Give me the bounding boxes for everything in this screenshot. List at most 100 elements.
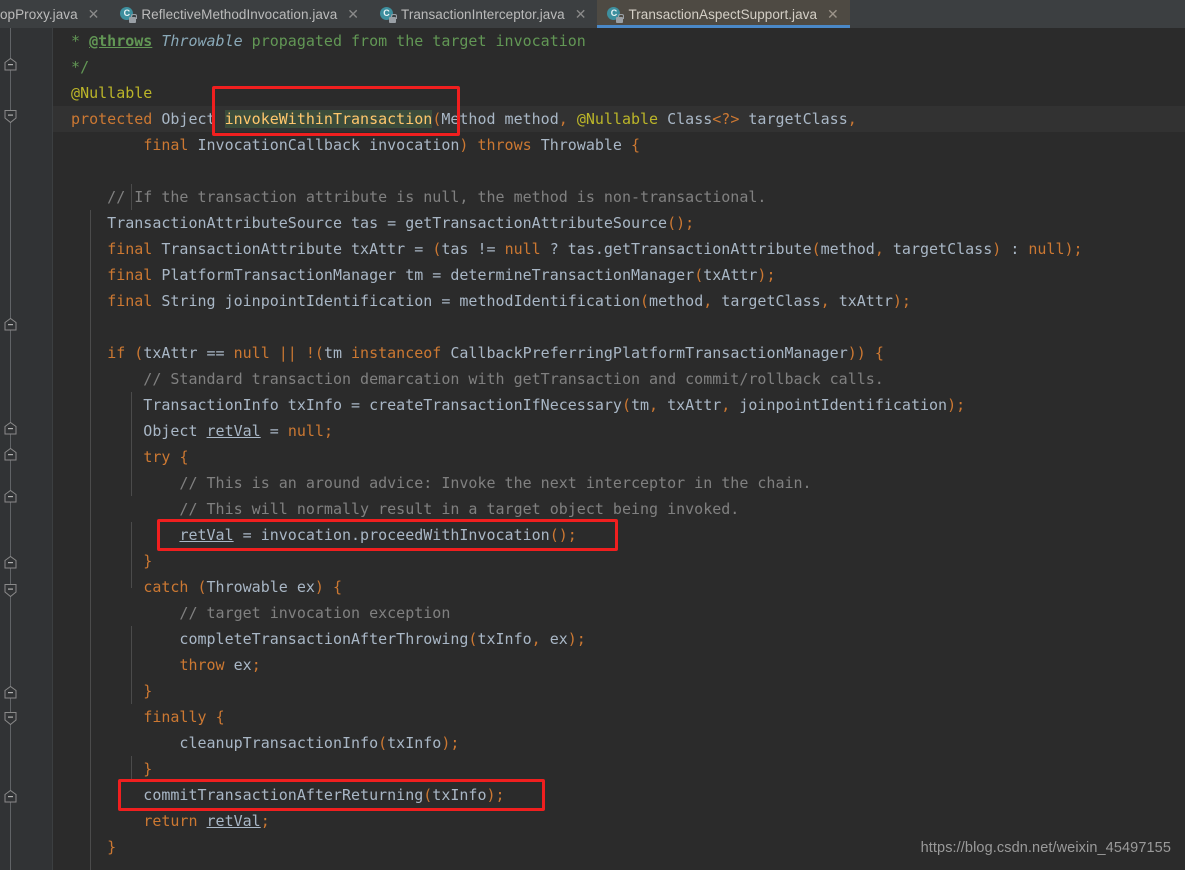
code-token: ,: [721, 396, 740, 414]
code-token: throw: [179, 656, 234, 674]
code-token: ,: [649, 396, 668, 414]
code-token: }: [53, 760, 153, 778]
code-token: PlatformTransactionManager tm = determin…: [161, 266, 695, 284]
code-token: {: [179, 448, 189, 466]
code-token: (: [432, 240, 442, 258]
code-token: instanceof: [351, 344, 451, 362]
code-line: // If the transaction attribute is null,…: [53, 184, 766, 210]
code-line: final TransactionAttribute txAttr = (tas…: [53, 236, 1083, 262]
code-token: TransactionAttributeSource tas = getTran…: [53, 214, 668, 232]
tab-label: opProxy.java: [0, 6, 78, 22]
editor-tab-bar[interactable]: opProxy.java ✕ C ReflectiveMethodInvocat…: [0, 0, 1185, 28]
code-line: final PlatformTransactionManager tm = de…: [53, 262, 775, 288]
code-token: tm: [630, 396, 650, 414]
code-token: catch: [143, 578, 198, 596]
code-token: Object: [161, 110, 225, 128]
close-icon[interactable]: ✕: [86, 7, 102, 21]
code-token: txInfo: [477, 630, 532, 648]
code-token: ;: [260, 812, 270, 830]
code-token: );: [892, 292, 911, 310]
code-token: ,: [847, 110, 857, 128]
code-token: ,: [874, 240, 893, 258]
highlighted-identifier[interactable]: invokeWithinTransaction: [224, 110, 433, 128]
code-token: ,: [820, 292, 839, 310]
lock-icon: [129, 13, 137, 23]
code-token: txInfo: [432, 786, 487, 804]
java-class-icon: C: [380, 6, 397, 23]
code-token: )) {: [847, 344, 884, 362]
tab-transactionaspectsupport[interactable]: C TransactionAspectSupport.java ✕: [597, 0, 851, 28]
code-line: protected Object invokeWithinTransaction…: [53, 106, 857, 132]
local-variable-retval[interactable]: retVal: [207, 422, 261, 440]
code-token: TransactionInfo txInfo = createTransacti…: [53, 396, 622, 414]
close-icon[interactable]: ✕: [573, 7, 589, 21]
code-token: String joinpointIdentification = methodI…: [161, 292, 641, 310]
code-token: );: [486, 786, 505, 804]
code-token: (: [621, 396, 631, 414]
code-line: */: [53, 54, 89, 80]
comment-token: // If the transaction attribute is null,…: [53, 188, 767, 206]
code-line: Object retVal = null;: [53, 418, 333, 444]
lock-icon: [616, 13, 624, 23]
code-token: if: [107, 344, 135, 362]
code-token: (: [640, 292, 650, 310]
code-token: || !(: [278, 344, 324, 362]
code-token: );: [1064, 240, 1083, 258]
code-line: }: [53, 548, 152, 574]
code-token: (: [694, 266, 704, 284]
code-token: Throwable ex: [206, 578, 315, 596]
comment-token: // This will normally result in a target…: [53, 500, 740, 518]
code-token: (: [423, 786, 433, 804]
comment-token: // target invocation exception: [53, 604, 451, 622]
code-token: );: [567, 630, 586, 648]
code-token: method: [649, 292, 704, 310]
tab-aopproxy[interactable]: opProxy.java ✕: [0, 0, 110, 28]
local-variable-retval[interactable]: retVal: [179, 526, 233, 544]
close-icon[interactable]: ✕: [825, 7, 841, 21]
code-token: txAttr: [703, 266, 758, 284]
code-token: null: [1028, 240, 1065, 258]
code-token: CallbackPreferringPlatformTransactionMan…: [450, 344, 848, 362]
tab-reflectivemethodinvocation[interactable]: C ReflectiveMethodInvocation.java ✕: [110, 0, 370, 28]
code-line: final String joinpointIdentification = m…: [53, 288, 911, 314]
code-token: = invocation.proceedWithInvocation: [233, 526, 550, 544]
code-line: finally {: [53, 704, 224, 730]
code-token: ): [459, 136, 478, 154]
code-token: (: [811, 240, 821, 258]
code-token: *: [53, 32, 90, 50]
code-editor[interactable]: * @throws Throwable propagated from the …: [0, 28, 1185, 870]
code-line: }: [53, 756, 152, 782]
code-token: commitTransactionAfterReturning: [53, 786, 424, 804]
code-token: null: [287, 422, 324, 440]
local-variable-retval[interactable]: retVal: [207, 812, 261, 830]
code-token: targetClass: [721, 292, 821, 310]
tab-transactioninterceptor[interactable]: C TransactionInterceptor.java ✕: [370, 0, 597, 28]
code-token: protected: [53, 110, 162, 128]
code-token: (: [378, 734, 388, 752]
code-line: try {: [53, 444, 188, 470]
code-token: targetClass: [892, 240, 993, 258]
code-token: Object: [53, 422, 207, 440]
code-line: // This will normally result in a target…: [53, 496, 739, 522]
code-token: targetClass: [748, 110, 848, 128]
close-icon[interactable]: ✕: [345, 7, 361, 21]
code-content[interactable]: * @throws Throwable propagated from the …: [0, 28, 1185, 870]
code-line: TransactionInfo txInfo = createTransacti…: [53, 392, 965, 418]
code-token: cleanupTransactionInfo: [53, 734, 379, 752]
watermark-url: https://blog.csdn.net/weixin_45497155: [920, 840, 1171, 856]
code-token: null: [504, 240, 541, 258]
code-line: final InvocationCallback invocation) thr…: [53, 132, 640, 158]
code-token: }: [53, 552, 153, 570]
code-token: tas !=: [441, 240, 505, 258]
tab-label: ReflectiveMethodInvocation.java: [141, 6, 338, 22]
code-token: ? tas.getTransactionAttribute: [540, 240, 812, 258]
code-token: {: [631, 136, 641, 154]
code-token: txAttr: [838, 292, 893, 310]
code-token: }: [53, 682, 153, 700]
code-token: );: [441, 734, 460, 752]
